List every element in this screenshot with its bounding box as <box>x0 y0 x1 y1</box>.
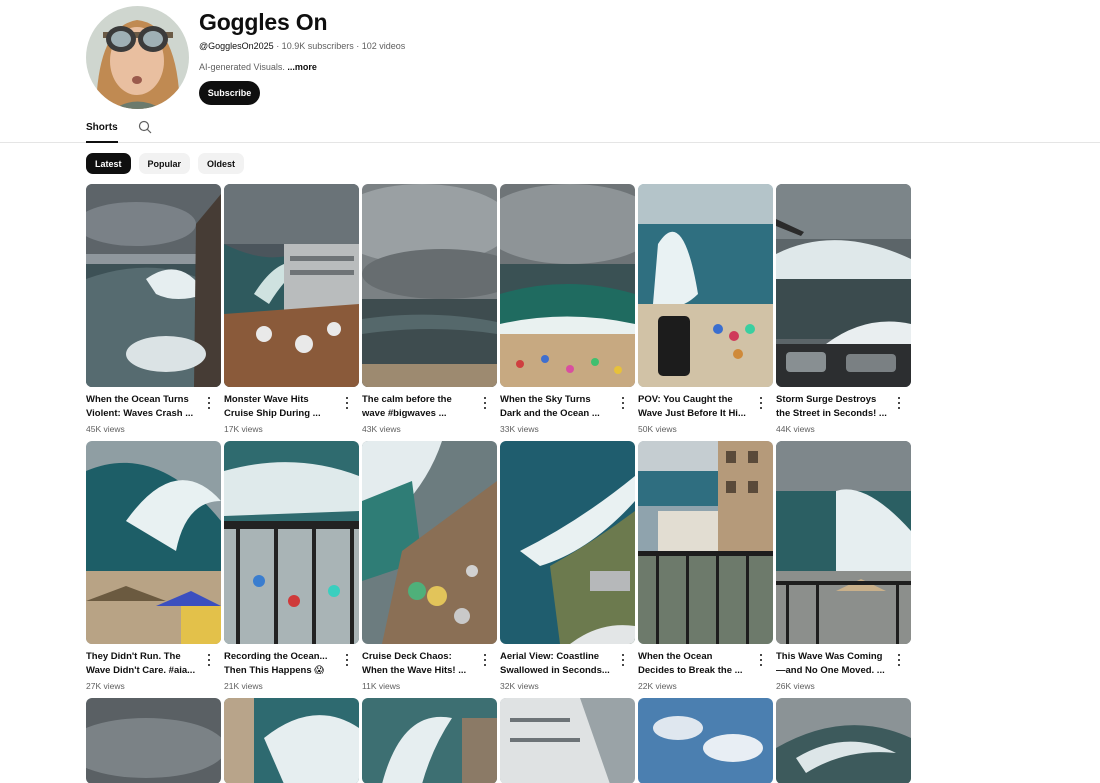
short-thumbnail[interactable] <box>776 184 911 387</box>
short-card[interactable]: The calm before the wave #bigwaves ... 4… <box>362 184 497 441</box>
short-card[interactable] <box>638 698 773 783</box>
short-thumbnail[interactable] <box>224 441 359 644</box>
more-options-icon[interactable] <box>894 653 904 667</box>
short-thumbnail[interactable] <box>638 441 773 644</box>
short-thumbnail[interactable] <box>224 184 359 387</box>
more-options-icon[interactable] <box>480 653 490 667</box>
short-thumbnail[interactable] <box>638 184 773 387</box>
short-card[interactable]: This Wave Was Coming —and No One Moved. … <box>776 441 911 698</box>
short-title[interactable]: Storm Surge Destroys the Street in Secon… <box>776 393 888 421</box>
short-card[interactable]: POV: You Caught the Wave Just Before It … <box>638 184 773 441</box>
short-title[interactable]: The calm before the wave #bigwaves ... <box>362 393 474 421</box>
short-title[interactable]: When the Ocean Turns Violent: Waves Cras… <box>86 393 198 421</box>
channel-name: Goggles On <box>199 9 328 35</box>
short-title[interactable]: Recording the Ocean... Then This Happens… <box>224 650 336 678</box>
chip-latest[interactable]: Latest <box>86 153 131 174</box>
short-title[interactable]: They Didn't Run. The Wave Didn't Care. #… <box>86 650 198 678</box>
view-count: 44K views <box>776 424 815 434</box>
view-count: 21K views <box>224 681 263 691</box>
short-thumbnail[interactable] <box>362 698 497 783</box>
subscribe-button[interactable]: Subscribe <box>199 81 260 105</box>
short-thumbnail[interactable] <box>224 698 359 783</box>
view-count: 17K views <box>224 424 263 434</box>
short-card[interactable]: When the Ocean Turns Violent: Waves Cras… <box>86 184 221 441</box>
short-card[interactable] <box>86 698 221 783</box>
channel-stats: · 10.9K subscribers · 102 videos <box>273 41 406 51</box>
more-options-icon[interactable] <box>618 653 628 667</box>
short-title[interactable]: When the Sky Turns Dark and the Ocean ..… <box>500 393 612 421</box>
channel-tabs: Shorts <box>0 112 1100 143</box>
more-options-icon[interactable] <box>342 396 352 410</box>
short-thumbnail[interactable] <box>86 184 221 387</box>
description-text: AI-generated Visuals. <box>199 62 288 72</box>
short-thumbnail[interactable] <box>500 184 635 387</box>
more-options-icon[interactable] <box>618 396 628 410</box>
shorts-grid: When the Ocean Turns Violent: Waves Cras… <box>86 184 911 783</box>
short-card[interactable]: When the Sky Turns Dark and the Ocean ..… <box>500 184 635 441</box>
tab-shorts[interactable]: Shorts <box>86 122 118 143</box>
short-card[interactable] <box>362 698 497 783</box>
short-card[interactable]: Monster Wave Hits Cruise Ship During ...… <box>224 184 359 441</box>
short-title[interactable]: Monster Wave Hits Cruise Ship During ... <box>224 393 336 421</box>
short-card[interactable]: They Didn't Run. The Wave Didn't Care. #… <box>86 441 221 698</box>
short-card[interactable]: Recording the Ocean... Then This Happens… <box>224 441 359 698</box>
more-options-icon[interactable] <box>756 653 766 667</box>
more-link[interactable]: ...more <box>287 62 317 72</box>
channel-avatar[interactable] <box>86 6 189 109</box>
short-thumbnail[interactable] <box>500 441 635 644</box>
chip-oldest[interactable]: Oldest <box>198 153 245 174</box>
view-count: 45K views <box>86 424 125 434</box>
search-icon[interactable] <box>137 119 153 135</box>
short-title[interactable]: POV: You Caught the Wave Just Before It … <box>638 393 750 421</box>
short-card[interactable] <box>776 698 911 783</box>
view-count: 27K views <box>86 681 125 691</box>
short-thumbnail[interactable] <box>362 184 497 387</box>
short-card[interactable]: Aerial View: Coastline Swallowed in Seco… <box>500 441 635 698</box>
short-card[interactable]: When the Ocean Decides to Break the ... … <box>638 441 773 698</box>
short-thumbnail[interactable] <box>86 698 221 783</box>
more-options-icon[interactable] <box>204 653 214 667</box>
short-title[interactable]: This Wave Was Coming —and No One Moved. … <box>776 650 888 678</box>
short-card[interactable] <box>500 698 635 783</box>
short-thumbnail[interactable] <box>500 698 635 783</box>
short-thumbnail[interactable] <box>776 698 911 783</box>
more-options-icon[interactable] <box>204 396 214 410</box>
channel-description: AI-generated Visuals. ...more <box>199 62 317 72</box>
short-thumbnail[interactable] <box>776 441 911 644</box>
more-options-icon[interactable] <box>894 396 904 410</box>
view-count: 43K views <box>362 424 401 434</box>
short-title[interactable]: When the Ocean Decides to Break the ... <box>638 650 750 678</box>
more-options-icon[interactable] <box>480 396 490 410</box>
short-thumbnail[interactable] <box>86 441 221 644</box>
chip-popular[interactable]: Popular <box>138 153 191 174</box>
channel-meta: @GogglesOn2025 · 10.9K subscribers · 102… <box>199 41 405 51</box>
short-thumbnail[interactable] <box>362 441 497 644</box>
channel-handle[interactable]: @GogglesOn2025 <box>199 41 274 51</box>
view-count: 22K views <box>638 681 677 691</box>
more-options-icon[interactable] <box>342 653 352 667</box>
view-count: 50K views <box>638 424 677 434</box>
view-count: 33K views <box>500 424 539 434</box>
more-options-icon[interactable] <box>756 396 766 410</box>
short-title[interactable]: Aerial View: Coastline Swallowed in Seco… <box>500 650 612 678</box>
short-card[interactable] <box>224 698 359 783</box>
sort-chips: Latest Popular Oldest <box>86 153 245 174</box>
short-card[interactable]: Storm Surge Destroys the Street in Secon… <box>776 184 911 441</box>
short-thumbnail[interactable] <box>638 698 773 783</box>
short-title[interactable]: Cruise Deck Chaos: When the Wave Hits! .… <box>362 650 474 678</box>
view-count: 11K views <box>362 681 401 691</box>
view-count: 26K views <box>776 681 815 691</box>
view-count: 32K views <box>500 681 539 691</box>
short-card[interactable]: Cruise Deck Chaos: When the Wave Hits! .… <box>362 441 497 698</box>
